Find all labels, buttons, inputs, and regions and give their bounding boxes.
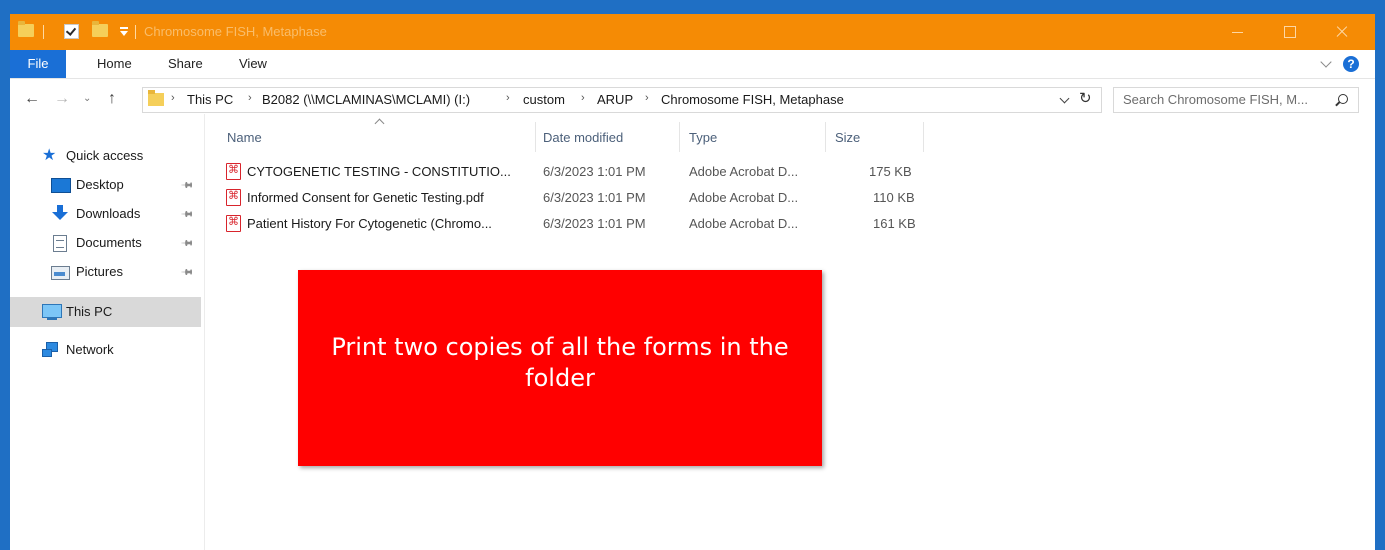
sidebar-item-label: Network [66, 342, 114, 357]
folder-icon [18, 21, 34, 37]
address-row: ← → ⌄ ↑ › This PC › B2082 (\\MCLAMINAS\M… [10, 84, 1375, 114]
file-explorer-window: Chromosome FISH, Metaphase File Home Sha… [10, 14, 1375, 550]
sort-ascending-caret-icon[interactable] [374, 118, 385, 129]
sidebar-item-label: This PC [66, 304, 113, 319]
column-divider[interactable] [825, 122, 826, 152]
pdf-file-icon [226, 163, 241, 180]
pdf-file-icon [226, 215, 241, 232]
tab-view[interactable]: View [239, 50, 267, 78]
quick-access-toolbar-dropdown-icon[interactable] [119, 25, 129, 37]
pin-icon[interactable]: 🖈 [177, 262, 198, 283]
file-name: Patient History For Cytogenetic (Chromo.… [247, 216, 492, 231]
pin-icon[interactable]: 🖈 [177, 204, 198, 225]
breadcrumb-drive[interactable]: B2082 (\\MCLAMINAS\MCLAMI) (I:) [262, 92, 470, 107]
breadcrumb-separator-icon[interactable]: › [248, 92, 252, 104]
sidebar-item-this-pc[interactable]: This PC [10, 297, 201, 327]
folder-icon [148, 90, 164, 106]
table-row[interactable]: Patient History For Cytogenetic (Chromo.… [225, 213, 925, 237]
sidebar-item-label: Pictures [76, 264, 123, 279]
column-header-name[interactable]: Name [227, 130, 262, 145]
breadcrumb-arup[interactable]: ARUP [597, 92, 633, 107]
computer-icon [42, 304, 62, 320]
address-bar[interactable]: › This PC › B2082 (\\MCLAMINAS\MCLAMI) (… [142, 87, 1102, 113]
ribbon-tab-bar: File Home Share View ? [10, 50, 1375, 79]
table-row[interactable]: Informed Consent for Genetic Testing.pdf… [225, 187, 925, 211]
download-arrow-icon [52, 205, 68, 221]
file-size: 161 KB [873, 216, 916, 231]
sidebar-item-label: Quick access [66, 148, 144, 163]
maximize-button[interactable] [1267, 14, 1313, 50]
desktop-icon [51, 178, 71, 193]
pictures-icon [51, 266, 70, 280]
minimize-button[interactable] [1215, 14, 1261, 50]
sidebar-item-network[interactable]: Network [10, 336, 201, 364]
breadcrumb-custom[interactable]: custom [523, 92, 565, 107]
breadcrumb-current-folder[interactable]: Chromosome FISH, Metaphase [661, 92, 844, 107]
pin-icon[interactable]: 🖈 [177, 175, 198, 196]
forward-arrow-icon[interactable]: → [54, 90, 70, 108]
file-size: 175 KB [869, 164, 912, 179]
help-icon[interactable]: ? [1343, 56, 1359, 72]
properties-check-icon[interactable] [64, 24, 79, 39]
instruction-text: Print two copies of all the forms in the… [331, 333, 789, 392]
refresh-icon[interactable]: ↻ [1079, 89, 1092, 107]
file-date-modified: 6/3/2023 1:01 PM [543, 164, 646, 179]
pin-icon[interactable]: 🖈 [177, 233, 198, 254]
sidebar-item-label: Downloads [76, 206, 141, 221]
breadcrumb-separator-icon[interactable]: › [581, 92, 585, 104]
sidebar-item-desktop[interactable]: Desktop 🖈 [10, 171, 201, 199]
file-type: Adobe Acrobat D... [689, 216, 799, 231]
close-button[interactable] [1319, 14, 1365, 50]
sidebar-item-quick-access[interactable]: ★ Quick access [10, 142, 201, 170]
instruction-overlay: Print two copies of all the forms in the… [298, 270, 822, 466]
tab-home[interactable]: Home [97, 50, 132, 78]
expand-ribbon-chevron-icon[interactable] [1320, 56, 1332, 68]
breadcrumb-separator-icon[interactable]: › [506, 92, 510, 104]
tab-share[interactable]: Share [168, 50, 203, 78]
sidebar-item-pictures[interactable]: Pictures 🖈 [10, 258, 201, 286]
pdf-file-icon [226, 189, 241, 206]
sidebar-item-downloads[interactable]: Downloads 🖈 [10, 200, 201, 228]
up-arrow-icon[interactable]: ↑ [108, 90, 116, 108]
breadcrumb-separator-icon[interactable]: › [171, 92, 175, 104]
back-arrow-icon[interactable]: ← [24, 90, 40, 108]
navigation-pane: ★ Quick access Desktop 🖈 Downloads 🖈 Doc… [10, 114, 205, 550]
tab-file[interactable]: File [10, 50, 66, 78]
column-divider[interactable] [679, 122, 680, 152]
file-type: Adobe Acrobat D... [689, 164, 799, 179]
new-folder-icon[interactable] [92, 21, 108, 37]
column-divider[interactable] [923, 122, 924, 152]
file-date-modified: 6/3/2023 1:01 PM [543, 216, 646, 231]
document-icon [53, 235, 67, 252]
breadcrumb-separator-icon[interactable]: › [645, 92, 649, 104]
star-icon: ★ [42, 147, 57, 164]
title-separator [43, 25, 44, 39]
column-divider[interactable] [535, 122, 536, 152]
column-header-size[interactable]: Size [835, 130, 860, 145]
title-separator [135, 25, 136, 39]
file-name: Informed Consent for Genetic Testing.pdf [247, 190, 484, 205]
search-placeholder: Search Chromosome FISH, M... [1123, 92, 1308, 107]
network-icon [42, 342, 58, 357]
file-size: 110 KB [873, 190, 915, 205]
column-header-type[interactable]: Type [689, 130, 717, 145]
address-dropdown-chevron-icon[interactable] [1059, 93, 1070, 104]
search-icon[interactable] [1338, 94, 1348, 104]
sidebar-item-label: Desktop [76, 177, 124, 192]
search-input[interactable]: Search Chromosome FISH, M... [1113, 87, 1359, 113]
table-row[interactable]: CYTOGENETIC TESTING - CONSTITUTIO... 6/3… [225, 161, 925, 185]
breadcrumb-this-pc[interactable]: This PC [187, 92, 233, 107]
file-name: CYTOGENETIC TESTING - CONSTITUTIO... [247, 164, 511, 179]
window-title: Chromosome FISH, Metaphase [144, 24, 327, 39]
recent-locations-chevron-icon[interactable]: ⌄ [83, 90, 91, 108]
sidebar-item-documents[interactable]: Documents 🖈 [10, 229, 201, 257]
column-header-date-modified[interactable]: Date modified [543, 130, 623, 145]
title-bar[interactable]: Chromosome FISH, Metaphase [10, 14, 1375, 50]
file-type: Adobe Acrobat D... [689, 190, 799, 205]
sidebar-item-label: Documents [76, 235, 142, 250]
file-date-modified: 6/3/2023 1:01 PM [543, 190, 646, 205]
